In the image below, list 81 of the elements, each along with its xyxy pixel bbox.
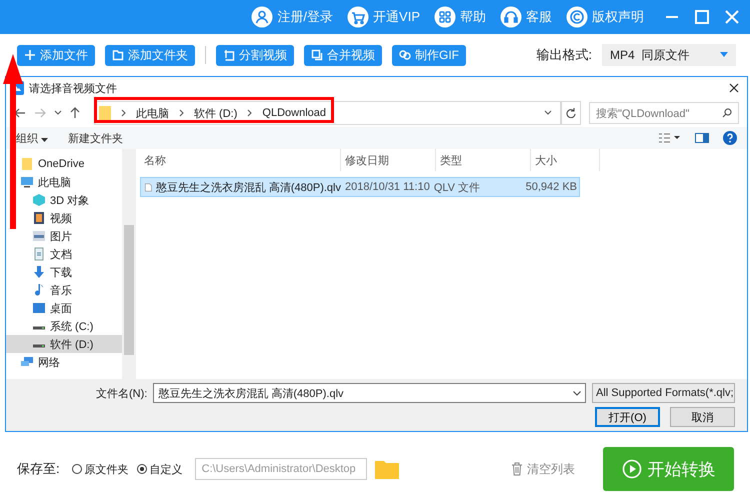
chevron-down-icon[interactable]	[573, 390, 581, 396]
chevron-right-icon	[179, 109, 184, 117]
sidebar-item[interactable]: 视频	[6, 209, 122, 227]
user-icon	[251, 6, 274, 28]
video-icon	[32, 211, 46, 225]
dropdown-arrow-icon	[720, 52, 728, 58]
sidebar-item[interactable]: 文档	[6, 245, 122, 263]
trash-icon	[511, 462, 523, 476]
gif-icon	[399, 49, 411, 61]
breadcrumb[interactable]: QLDownload	[262, 107, 326, 119]
open-button[interactable]: 打开(O)	[595, 407, 660, 427]
merge-icon	[311, 49, 323, 61]
sidebar-item[interactable]: 软件 (D:)	[6, 335, 122, 353]
sidebar-item[interactable]: 桌面	[6, 299, 122, 317]
cube-icon	[32, 193, 46, 207]
sidebar-item[interactable]: 系统 (C:)	[6, 317, 122, 335]
sidebar-item[interactable]: 此电脑	[6, 173, 122, 191]
breadcrumb[interactable]: 软件 (D:)	[194, 106, 238, 120]
column-header[interactable]: 名称	[140, 149, 341, 171]
dialog-title: 请选择音视频文件	[29, 82, 117, 96]
scrollbar[interactable]	[122, 149, 136, 379]
sidebar-item[interactable]: 图片	[6, 227, 122, 245]
chevron-right-icon	[121, 109, 126, 117]
chevron-right-icon	[247, 109, 252, 117]
grid-icon	[434, 6, 456, 28]
cancel-button[interactable]: 取消	[670, 407, 735, 427]
radio-option[interactable]: 自定义	[136, 462, 183, 476]
back-arrow-icon[interactable]	[14, 108, 26, 118]
up-arrow-icon[interactable]	[70, 107, 80, 119]
search-field[interactable]: 搜索"QLDownload"	[589, 102, 739, 124]
help-icon[interactable]	[723, 131, 737, 145]
folder-icon	[112, 49, 124, 61]
output-format-label: 输出格式:	[536, 46, 592, 64]
sidebar-item[interactable]: 音乐	[6, 281, 122, 299]
folder-icon	[20, 157, 34, 171]
radio-option[interactable]: 原文件夹	[72, 462, 129, 476]
organize-menu[interactable]: 组织	[16, 130, 48, 146]
maximize-icon[interactable]	[694, 9, 710, 25]
sidebar-item[interactable]: 下载	[6, 263, 122, 281]
refresh-icon	[566, 108, 576, 118]
new-folder-button[interactable]: 新建文件夹	[68, 130, 124, 146]
drive-icon	[32, 344, 46, 348]
preview-pane-icon[interactable]	[695, 133, 709, 143]
chevron-down-icon[interactable]	[54, 110, 62, 116]
split-icon	[223, 49, 235, 61]
close-icon[interactable]	[729, 83, 739, 93]
filename-label: 文件名(N):	[96, 386, 148, 400]
dropdown-arrow-icon	[41, 138, 48, 142]
breadcrumb[interactable]: 此电脑	[136, 106, 169, 120]
file-icon	[145, 180, 152, 194]
sidebar-item[interactable]: 3D 对象	[6, 191, 122, 209]
clear-list-button[interactable]: 清空列表	[511, 460, 575, 478]
sidebar-item[interactable]: 网络	[6, 353, 122, 371]
desktop-icon	[32, 301, 46, 315]
copyright-icon	[566, 6, 588, 28]
search-icon	[722, 108, 732, 118]
output-format-dropdown[interactable]: MP4 同原文件	[602, 44, 736, 66]
download-icon	[32, 265, 46, 279]
save-to-label: 保存至:	[17, 460, 60, 478]
refresh-button[interactable]	[561, 101, 581, 125]
column-header[interactable]: 修改日期	[341, 149, 436, 171]
column-header[interactable]: 类型	[436, 149, 531, 171]
pc-icon	[20, 175, 34, 189]
view-options-icon[interactable]	[659, 133, 681, 143]
headset-icon	[500, 6, 522, 28]
column-header[interactable]: 大小	[531, 149, 600, 171]
folder-icon	[99, 106, 111, 120]
network-icon	[20, 355, 34, 369]
music-icon	[32, 283, 46, 297]
sidebar-item[interactable]: OneDrive	[6, 155, 122, 173]
chevron-down-icon[interactable]	[544, 110, 552, 116]
doc-icon	[32, 247, 46, 261]
play-icon	[622, 459, 642, 479]
address-bar[interactable]: 此电脑 软件 (D:) QLDownload	[94, 101, 561, 125]
cart-icon	[347, 6, 370, 28]
file-type-dropdown[interactable]: All Supported Formats(*.qlv;	[592, 383, 735, 403]
drive-icon	[32, 326, 46, 330]
image-icon	[32, 229, 46, 243]
filename-field[interactable]: 憨豆先生之洗衣房混乱 高清(480P).qlv	[153, 383, 586, 403]
plus-icon	[24, 49, 36, 61]
file-row[interactable]: 憨豆先生之洗衣房混乱 高清(480P).qlv 2018/10/31 11:10 QLV 文件 50,942 KB	[140, 177, 580, 197]
